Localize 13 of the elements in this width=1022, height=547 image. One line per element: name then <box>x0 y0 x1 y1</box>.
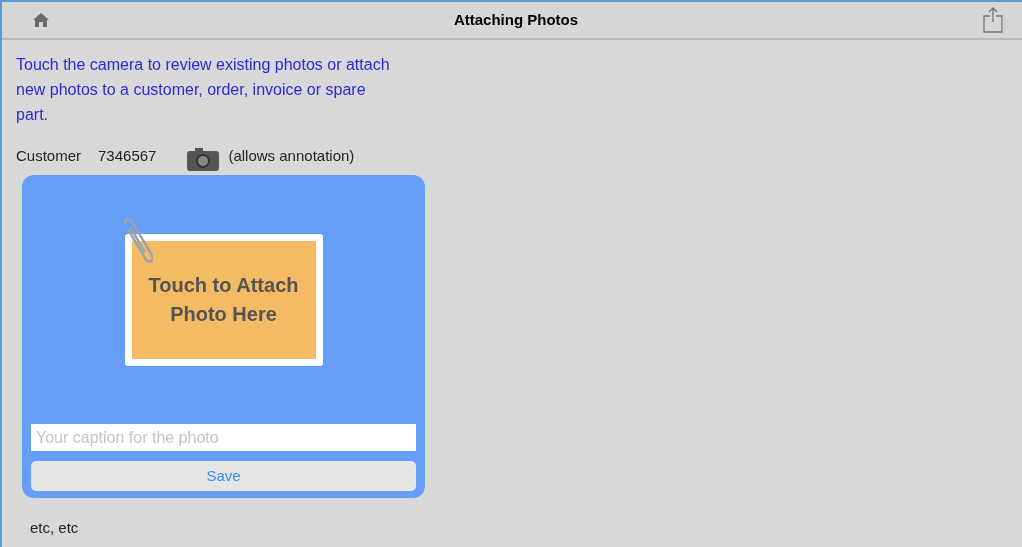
share-icon[interactable] <box>982 7 1004 33</box>
etc-text: etc, etc <box>30 518 79 538</box>
camera-icon[interactable] <box>186 147 221 171</box>
save-button[interactable]: Save <box>31 461 416 491</box>
annotation-note: (allows annotation) <box>228 146 355 166</box>
home-icon[interactable] <box>32 12 50 28</box>
customer-label: Customer <box>16 146 82 166</box>
caption-field[interactable]: Your caption for the photo <box>31 424 416 451</box>
intro-text: Touch the camera to review existing photos or attach new photos to a customer, order, invoice or spare part. <box>16 55 391 125</box>
nav-title: Attaching Photos <box>453 9 579 30</box>
customer-number: 7346567 <box>98 146 157 166</box>
attach-photo-card[interactable]: Touch to Attach Photo Here <box>124 234 323 366</box>
paperclip-icon <box>122 217 153 265</box>
